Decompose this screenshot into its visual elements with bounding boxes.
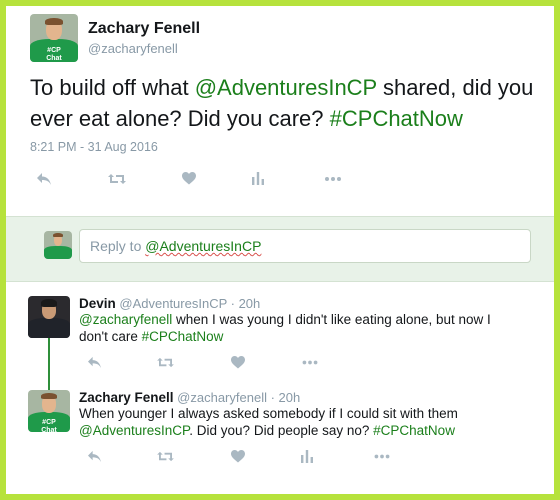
tweet-actions (30, 172, 430, 194)
tweet-time[interactable]: · 20h (231, 296, 261, 311)
heart-icon[interactable] (231, 450, 245, 463)
reply-input[interactable]: Reply to @AdventuresInCP (79, 229, 531, 263)
author-name[interactable]: Zachary Fenell (88, 20, 200, 38)
analytics-icon[interactable] (301, 450, 313, 463)
hashtag-link[interactable]: #CPChatNow (142, 329, 224, 344)
reply-icon[interactable] (36, 172, 52, 186)
author-handle[interactable]: @zacharyfenell (177, 390, 267, 405)
reply-icon[interactable] (87, 450, 102, 463)
reply-tweet: Devin @AdventuresInCP · 20h @zacharyfene… (6, 292, 554, 384)
retweet-icon[interactable] (157, 356, 174, 369)
tweet-time[interactable]: · 20h (271, 390, 301, 405)
tweet-card: #CP Chat Zachary Fenell @zacharyfenell T… (6, 6, 554, 494)
tweet-actions (79, 450, 399, 470)
reply-mention: @AdventuresInCP (145, 238, 262, 254)
author-name[interactable]: Zachary Fenell (79, 390, 174, 405)
avatar[interactable]: #CP Chat (30, 14, 78, 62)
more-icon[interactable] (373, 450, 391, 463)
hashtag-link[interactable]: #CPChatNow (373, 423, 455, 438)
more-icon[interactable] (301, 356, 319, 369)
retweet-icon[interactable] (157, 450, 174, 463)
timestamp[interactable]: 8:21 PM - 31 Aug 2016 (30, 140, 158, 154)
avatar[interactable]: #CP Chat (28, 390, 70, 432)
avatar[interactable] (28, 296, 70, 338)
author-handle[interactable]: @zacharyfenell (88, 41, 178, 56)
mention-link[interactable]: @AdventuresInCP (195, 75, 377, 100)
more-icon[interactable] (324, 172, 342, 186)
tweet-text: @zacharyfenell when I was young I didn't… (79, 312, 491, 344)
avatar (44, 231, 72, 259)
mention-link[interactable]: @AdventuresInCP (79, 423, 189, 438)
avatar-shirt-logo: #CP Chat (46, 46, 62, 62)
heart-icon[interactable] (182, 172, 196, 185)
heart-icon[interactable] (231, 356, 245, 369)
author-handle[interactable]: @AdventuresInCP (119, 296, 227, 311)
avatar-shirt-logo: #CP Chat (41, 418, 57, 432)
hashtag-link[interactable]: #CPChatNow (330, 106, 463, 131)
reply-composer: Reply to @AdventuresInCP (6, 216, 554, 282)
reply-icon[interactable] (87, 356, 102, 369)
main-tweet: #CP Chat Zachary Fenell @zacharyfenell T… (6, 6, 554, 214)
tweet-actions (79, 356, 399, 376)
tweet-text: When younger I always asked somebody if … (79, 406, 458, 438)
author-name[interactable]: Devin (79, 296, 116, 311)
analytics-icon[interactable] (252, 172, 264, 185)
retweet-icon[interactable] (108, 172, 126, 186)
tweet-text: To build off what @AdventuresInCP shared… (30, 75, 534, 131)
reply-tweet: #CP Chat Zachary Fenell @zacharyfenell ·… (6, 386, 554, 486)
mention-link[interactable]: @zacharyfenell (79, 312, 172, 327)
